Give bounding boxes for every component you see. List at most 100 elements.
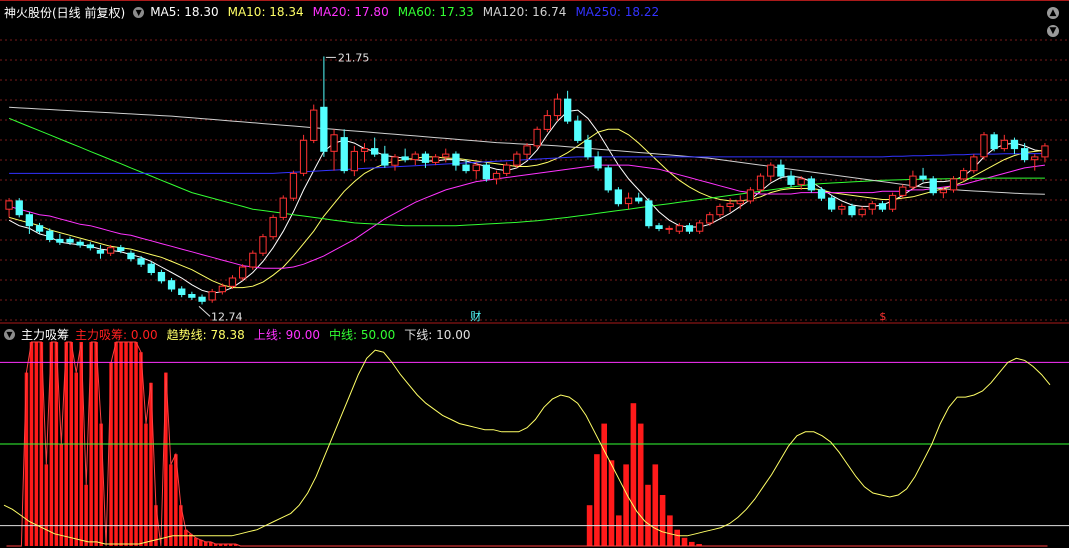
candle-body — [553, 98, 562, 117]
candle-body — [117, 247, 125, 251]
absorb-bar — [169, 464, 173, 546]
ma20-label: MA20: 17.80 — [312, 5, 389, 19]
scroll-up-icon[interactable]: ▲ — [1047, 7, 1059, 19]
candle-body — [492, 172, 501, 180]
ma10-label: MA10: 18.34 — [227, 5, 304, 19]
candle-body — [137, 258, 145, 265]
candle-body — [239, 266, 247, 279]
candle-body — [66, 238, 74, 243]
collapse-icon[interactable]: ▼ — [133, 6, 145, 18]
candle — [553, 93, 562, 122]
candle-body — [96, 249, 105, 254]
candle-body — [949, 178, 958, 191]
candle-body — [452, 153, 460, 166]
candle-body — [756, 175, 765, 191]
absorb-bar — [659, 495, 666, 546]
ma120-label: MA120: 16.74 — [482, 5, 567, 19]
candle-body — [279, 197, 287, 218]
candle — [909, 170, 917, 190]
absorb-bar — [681, 537, 688, 546]
candle — [716, 203, 724, 218]
candle-body — [330, 134, 338, 152]
candle-body — [787, 175, 795, 185]
candle-body — [46, 230, 54, 240]
candle-body — [178, 288, 186, 295]
absorb-bar — [594, 454, 600, 546]
candle-body — [797, 178, 805, 185]
candle — [432, 154, 440, 166]
candle-body — [980, 134, 988, 158]
absorb-bar — [44, 464, 49, 546]
candle-body — [198, 296, 206, 302]
candle — [1021, 143, 1029, 163]
candle — [137, 255, 145, 267]
candle-body — [259, 236, 267, 254]
candle-body — [665, 227, 673, 230]
collapse-icon[interactable]: ▼ — [4, 328, 15, 340]
absorb-bar — [689, 541, 695, 546]
candle — [746, 187, 755, 204]
candle — [533, 126, 541, 149]
candle-body — [523, 145, 531, 155]
candle — [564, 90, 572, 124]
candle — [665, 225, 673, 234]
candle-body — [929, 178, 937, 194]
candle — [96, 244, 105, 259]
ma60-label: MA60: 17.33 — [397, 5, 474, 19]
candle-body — [299, 139, 308, 174]
candle-body — [828, 197, 836, 210]
candle — [1031, 154, 1039, 171]
candle — [655, 222, 663, 232]
absorb-bar — [652, 464, 659, 546]
candle — [127, 250, 135, 262]
candle-body — [817, 189, 826, 199]
candle-body — [868, 203, 876, 210]
candle-body — [838, 205, 846, 210]
candle-body — [391, 156, 399, 166]
candle-body — [1000, 139, 1009, 150]
candle — [604, 165, 612, 193]
price-annotations: 21.75 12.74 财 $ — [198, 51, 886, 323]
candle-body — [310, 109, 318, 141]
candle-body — [513, 153, 521, 166]
candle — [208, 288, 216, 303]
candle — [178, 286, 186, 298]
candle-body — [127, 252, 135, 260]
candle-body — [249, 252, 257, 268]
absorb-bar — [109, 362, 113, 546]
candle-body — [990, 134, 998, 150]
candle-body — [107, 247, 115, 254]
candle — [970, 154, 978, 174]
candle — [888, 192, 897, 212]
candle — [614, 187, 623, 207]
candle — [76, 239, 84, 248]
chart-canvas: 21.75 12.74 财 $ — [0, 0, 1069, 547]
candle-body — [289, 172, 298, 199]
candle — [299, 134, 308, 177]
candle — [86, 242, 94, 251]
candle — [411, 151, 419, 166]
absorb-bar — [184, 529, 188, 546]
absorb-bar — [601, 423, 607, 546]
scroll-down-icon[interactable]: ▼ — [1047, 25, 1059, 37]
candle-body — [472, 164, 480, 172]
candle-body — [543, 115, 552, 130]
candle-body — [675, 225, 684, 232]
candle — [249, 250, 257, 270]
candle-body — [564, 98, 572, 122]
absorb-bar — [139, 352, 143, 546]
candle-body — [1041, 145, 1049, 158]
candle — [838, 203, 846, 215]
candle — [929, 176, 937, 196]
candle-body — [147, 263, 155, 274]
candle — [259, 233, 267, 256]
absorb-bar — [667, 515, 673, 546]
candle-body — [533, 128, 541, 147]
candle — [787, 170, 795, 188]
candle-body — [360, 148, 369, 152]
candle-body — [635, 197, 643, 202]
candle — [523, 143, 531, 160]
candle — [543, 110, 552, 133]
ma250-label: MA250: 18.22 — [575, 5, 660, 19]
candle — [685, 222, 694, 234]
